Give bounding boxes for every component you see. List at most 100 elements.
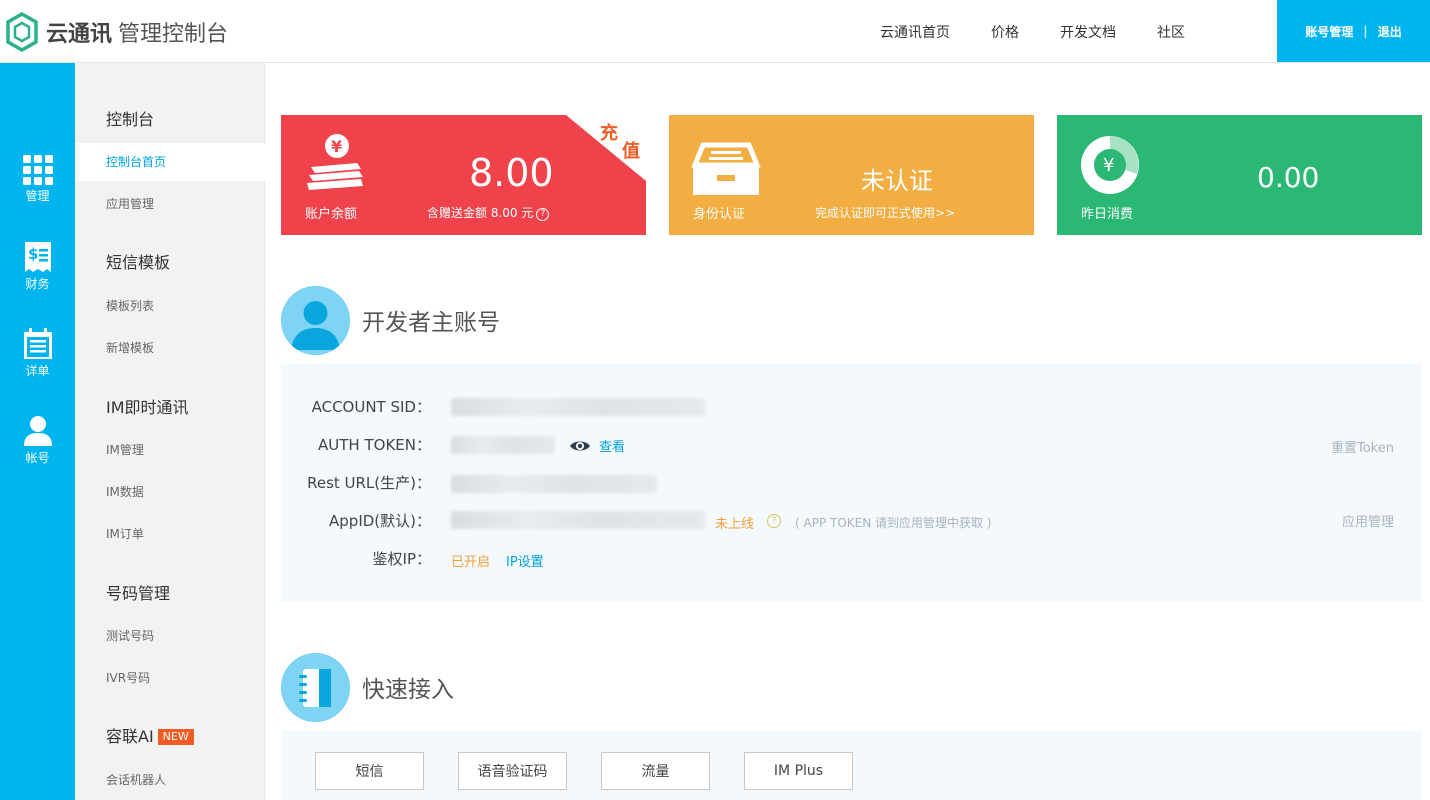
developer-avatar-icon <box>281 285 350 355</box>
app-token-note: ( APP TOKEN 请到应用管理中获取 ) <box>795 516 992 530</box>
rail-label: 管理 <box>25 189 50 203</box>
sidebar-item-app-manage[interactable]: 应用管理 <box>75 185 265 223</box>
view-token-button[interactable]: 查看 <box>569 436 625 455</box>
icon-rail: 管理 $ 财务 详单 帐号 <box>0 63 75 800</box>
nav-docs[interactable]: 开发文档 <box>1060 22 1116 42</box>
account-sid-value <box>451 398 705 416</box>
quick-title: 快速接入 <box>362 677 454 703</box>
sidebar: 控制台 控制台首页 应用管理 短信模板 模板列表 新增模板 IM即时通讯 IM管… <box>75 63 265 800</box>
nav-community[interactable]: 社区 <box>1157 22 1185 42</box>
nav-home[interactable]: 云通讯首页 <box>880 22 950 42</box>
sidebar-item-new-template[interactable]: 新增模板 <box>75 329 265 367</box>
inbox-tray-icon <box>691 142 761 195</box>
pie-coin-icon: ¥ <box>1081 136 1139 194</box>
brand-name: 云通讯 <box>46 22 113 47</box>
rail-label: 财务 <box>25 277 50 291</box>
gift-amount: 含赠送金额 8.00 元? <box>427 204 550 221</box>
auth-token-label: AUTH TOKEN： <box>318 436 431 454</box>
auth-ip-row: 鉴权IP： <box>281 544 431 574</box>
yesterday-caption: 昨日消费 <box>1081 207 1134 222</box>
recharge-ribbon[interactable]: 充 值 <box>566 115 646 181</box>
invoice-icon: $ <box>24 242 51 272</box>
identity-caption: 身份认证 <box>693 207 746 222</box>
app-manage-link[interactable]: 应用管理 <box>1342 511 1394 530</box>
appid-value <box>451 511 705 529</box>
top-header: 云通讯 管理控制台 云通讯首页 价格 开发文档 社区 账号管理 | 退出 <box>0 0 1430 63</box>
svg-text:$: $ <box>28 245 38 263</box>
recharge-char-1: 充 <box>600 123 618 144</box>
account-sid-label: ACCOUNT SID： <box>311 398 431 416</box>
yesterday-value: 0.00 <box>1257 161 1320 194</box>
sidebar-group-sms-template: 短信模板 <box>106 253 171 272</box>
hexagon-logo-icon <box>6 12 38 52</box>
money-stack-icon: ¥ <box>307 134 363 190</box>
quick-voice-code-button[interactable]: 语音验证码 <box>458 752 567 790</box>
quick-sms-button[interactable]: 短信 <box>315 752 424 790</box>
identity-card: 身份认证 未认证 完成认证即可正式使用>> <box>669 115 1034 235</box>
rail-item-account[interactable]: 帐号 <box>0 405 75 485</box>
person-icon <box>281 286 350 354</box>
quick-im-plus-button[interactable]: IM Plus <box>744 752 853 790</box>
sidebar-item-im-data[interactable]: IM数据 <box>75 473 265 511</box>
identity-status: 未认证 <box>861 167 933 195</box>
auth-token-value <box>451 436 555 454</box>
gift-amount-text: 含赠送金额 8.00 元 <box>427 206 534 220</box>
sidebar-item-chatbot[interactable]: 会话机器人 <box>75 761 265 799</box>
sidebar-item-test-numbers[interactable]: 测试号码 <box>75 617 265 655</box>
rest-url-label: Rest URL(生产)： <box>307 474 431 492</box>
logo[interactable]: 云通讯 管理控制台 <box>6 12 228 52</box>
user-icon <box>23 416 52 446</box>
auth-ip-label: 鉴权IP： <box>372 550 431 568</box>
sidebar-group-numbers: 号码管理 <box>106 584 171 603</box>
quick-section-header: 快速接入 <box>281 652 454 722</box>
sidebar-item-ivr-numbers[interactable]: IVR号码 <box>75 659 265 697</box>
top-nav: 云通讯首页 价格 开发文档 社区 <box>860 0 1226 63</box>
account-sid-row: ACCOUNT SID： <box>281 392 431 422</box>
sidebar-group-label: 容联AI <box>106 727 154 746</box>
developer-title: 开发者主账号 <box>362 310 500 336</box>
rail-item-manage[interactable]: 管理 <box>0 143 75 223</box>
appid-label: AppID(默认)： <box>329 512 431 530</box>
rail-item-details[interactable]: 详单 <box>0 318 75 398</box>
reset-token-link[interactable]: 重置Token <box>1331 437 1394 456</box>
account-manage-link[interactable]: 账号管理 <box>1305 23 1353 40</box>
rest-url-value <box>451 475 657 493</box>
balance-caption: 账户余额 <box>305 207 358 222</box>
sidebar-group-ai: 容联AI NEW <box>106 723 194 747</box>
sidebar-item-template-list[interactable]: 模板列表 <box>75 287 265 325</box>
identity-action-link[interactable]: 完成认证即可正式使用>> <box>815 204 955 221</box>
eye-icon <box>570 441 590 450</box>
rest-url-row: Rest URL(生产)： <box>281 468 431 498</box>
recharge-char-2: 值 <box>622 141 640 162</box>
grid-icon <box>22 155 53 185</box>
auth-token-row: AUTH TOKEN： <box>281 430 431 460</box>
account-area: 账号管理 | 退出 <box>1277 0 1430 62</box>
sidebar-group-im: IM即时通讯 <box>106 398 189 417</box>
new-badge: NEW <box>157 729 194 745</box>
appid-help-icon[interactable]: ? <box>767 514 781 528</box>
nav-pricing[interactable]: 价格 <box>991 22 1019 42</box>
svg-text:¥: ¥ <box>331 137 342 156</box>
calendar-list-icon <box>23 328 52 359</box>
ip-settings-link[interactable]: IP设置 <box>506 551 544 570</box>
quick-data-flow-button[interactable]: 流量 <box>601 752 710 790</box>
appid-row: AppID(默认)： <box>281 506 431 536</box>
svg-text:¥: ¥ <box>1103 155 1114 176</box>
sidebar-item-console-home[interactable]: 控制台首页 <box>75 143 265 181</box>
help-icon[interactable]: ? <box>536 208 550 221</box>
appid-status: 未上线 <box>715 517 755 532</box>
yesterday-spend-card: ¥ 昨日消费 0.00 <box>1057 115 1422 235</box>
balance-value: 8.00 <box>469 151 554 195</box>
auth-ip-status: 已开启 <box>451 555 491 570</box>
rail-item-finance[interactable]: $ 财务 <box>0 231 75 311</box>
balance-card: ¥ 账户余额 8.00 含赠送金额 8.00 元? 充 值 <box>281 115 646 235</box>
quick-notebook-icon <box>281 652 350 722</box>
view-token-label: 查看 <box>599 440 626 455</box>
sidebar-item-im-orders[interactable]: IM订单 <box>75 515 265 553</box>
console-title: 管理控制台 <box>118 22 229 47</box>
developer-panel: ACCOUNT SID： AUTH TOKEN： 查看 重置Token Rest… <box>281 364 1422 602</box>
divider: | <box>1363 24 1368 38</box>
notebook-icon <box>281 653 350 721</box>
logout-link[interactable]: 退出 <box>1378 23 1402 40</box>
sidebar-item-im-manage[interactable]: IM管理 <box>75 431 265 469</box>
